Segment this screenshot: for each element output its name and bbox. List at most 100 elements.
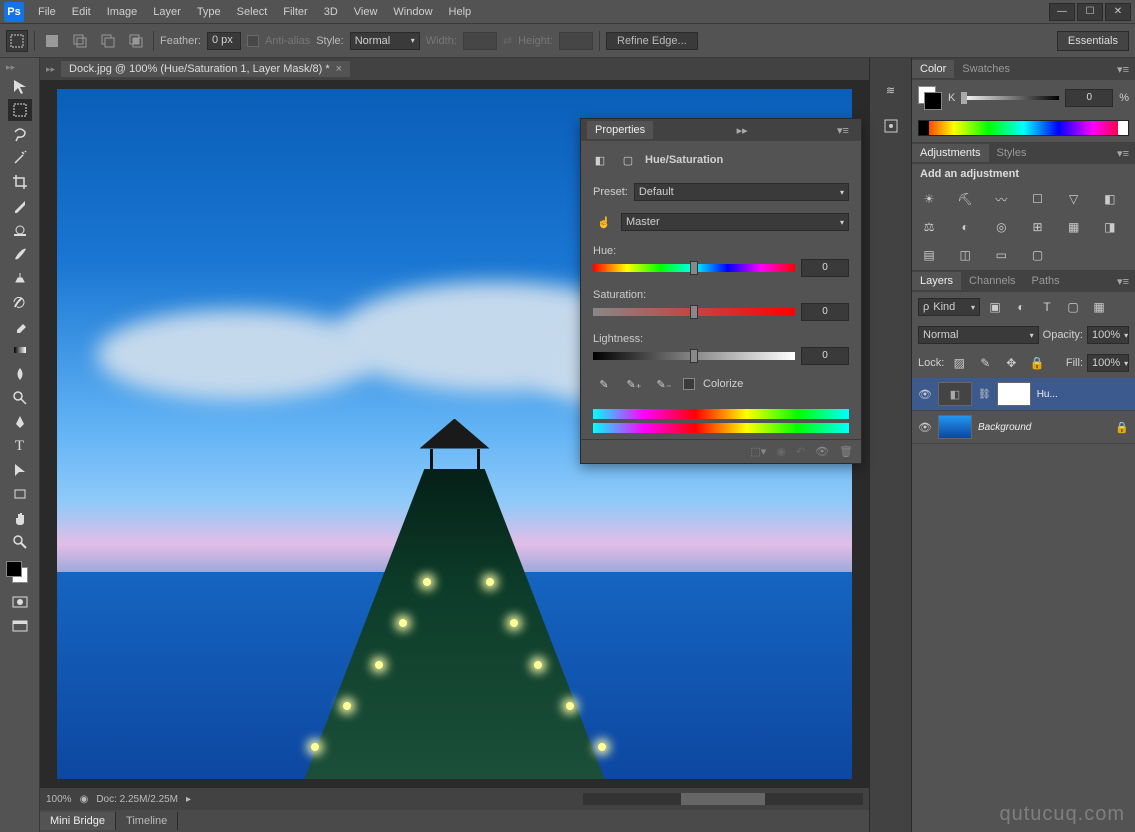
window-maximize-button[interactable]: ☐ — [1077, 3, 1103, 21]
blur-tool[interactable] — [8, 363, 32, 385]
hand-tool[interactable] — [8, 507, 32, 529]
filter-smart-icon[interactable]: ▦ — [1088, 296, 1110, 318]
color-spectrum[interactable] — [918, 120, 1129, 136]
intersect-selection-icon[interactable] — [125, 30, 147, 52]
pen-tool[interactable] — [8, 411, 32, 433]
k-slider[interactable] — [961, 96, 1059, 100]
clip-layer-icon[interactable]: ⬚▾ — [750, 445, 766, 458]
layer-name[interactable]: Hu... — [1037, 389, 1129, 400]
rectangular-marquee-tool[interactable] — [8, 99, 32, 121]
tab-swatches[interactable]: Swatches — [954, 60, 1018, 78]
style-dropdown[interactable]: Normal — [350, 32, 420, 50]
refine-edge-button[interactable]: Refine Edge... — [606, 32, 698, 50]
photo-filter-icon[interactable]: ◎ — [990, 216, 1012, 238]
doc-info-arrow-icon[interactable]: ▸ — [186, 794, 191, 805]
mask-thumb[interactable] — [997, 382, 1031, 406]
character-panel-icon[interactable] — [879, 114, 903, 138]
layers-menu-icon[interactable]: ▾≡ — [1111, 275, 1135, 288]
toolbox-collapse-icon[interactable]: ▸▸ — [2, 62, 15, 73]
invert-icon[interactable]: ◨ — [1099, 216, 1121, 238]
view-previous-icon[interactable]: ◉ — [776, 445, 786, 458]
workspace-essentials-button[interactable]: Essentials — [1057, 31, 1129, 51]
menu-file[interactable]: File — [30, 2, 64, 22]
horizontal-scrollbar[interactable] — [583, 793, 863, 805]
lasso-tool[interactable] — [8, 123, 32, 145]
fg-bg-swatches[interactable] — [6, 561, 34, 589]
menu-filter[interactable]: Filter — [275, 2, 315, 22]
tab-properties[interactable]: Properties — [587, 121, 653, 139]
lock-all-icon[interactable]: 🔒 — [1026, 352, 1048, 374]
feather-input[interactable]: 0 px — [207, 32, 241, 50]
adjustment-icon[interactable]: ◧ — [589, 149, 611, 171]
layer-filter-kind[interactable]: ρ Kind — [918, 298, 980, 316]
k-value-input[interactable]: 0 — [1065, 89, 1113, 107]
menu-view[interactable]: View — [346, 2, 386, 22]
zoom-level[interactable]: 100% — [46, 794, 72, 805]
menu-3d[interactable]: 3D — [316, 2, 346, 22]
levels-icon[interactable]: ⛏ — [954, 188, 976, 210]
status-dropdown-icon[interactable]: ◉ — [80, 794, 89, 805]
visibility-icon[interactable]: 👁 — [918, 388, 932, 401]
channel-mixer-icon[interactable]: ⊞ — [1026, 216, 1048, 238]
tab-paths[interactable]: Paths — [1024, 272, 1068, 290]
channel-dropdown[interactable]: Master — [621, 213, 849, 231]
menu-image[interactable]: Image — [99, 2, 146, 22]
quick-mask-tool[interactable] — [8, 591, 32, 613]
blend-mode-dropdown[interactable]: Normal — [918, 326, 1039, 344]
menu-layer[interactable]: Layer — [145, 2, 189, 22]
crop-tool[interactable] — [8, 171, 32, 193]
zoom-tool[interactable] — [8, 531, 32, 553]
rectangle-tool[interactable] — [8, 483, 32, 505]
eyedropper-plus-icon[interactable]: ✎₊ — [623, 373, 645, 395]
tab-color[interactable]: Color — [912, 60, 954, 78]
add-selection-icon[interactable] — [69, 30, 91, 52]
healing-brush-tool[interactable] — [8, 219, 32, 241]
color-lookup-icon[interactable]: ▦ — [1063, 216, 1085, 238]
targeted-adjustment-icon[interactable]: ☝ — [593, 211, 615, 233]
document-tab[interactable]: Dock.jpg @ 100% (Hue/Saturation 1, Layer… — [61, 61, 350, 77]
screen-mode-tool[interactable] — [8, 615, 32, 637]
lock-position-icon[interactable]: ✥ — [1000, 352, 1022, 374]
link-icon[interactable]: ⛓ — [978, 389, 991, 400]
clone-stamp-tool[interactable] — [8, 267, 32, 289]
menu-type[interactable]: Type — [189, 2, 229, 22]
window-close-button[interactable]: ✕ — [1105, 3, 1131, 21]
tab-adjustments[interactable]: Adjustments — [912, 144, 989, 162]
magic-wand-tool[interactable] — [8, 147, 32, 169]
bw-icon[interactable]: ◐ — [954, 216, 976, 238]
window-minimize-button[interactable]: — — [1049, 3, 1075, 21]
path-selection-tool[interactable] — [8, 459, 32, 481]
colorize-checkbox[interactable] — [683, 378, 695, 390]
preset-dropdown[interactable]: Default — [634, 183, 849, 201]
filter-image-icon[interactable]: ▣ — [984, 296, 1006, 318]
gradient-tool[interactable] — [8, 339, 32, 361]
menu-select[interactable]: Select — [229, 2, 276, 22]
filter-type-icon[interactable]: T — [1036, 296, 1058, 318]
color-balance-icon[interactable]: ⚖ — [918, 216, 940, 238]
vibrance-icon[interactable]: ▽ — [1063, 188, 1085, 210]
selective-color-icon[interactable]: ▢ — [1026, 244, 1048, 266]
menu-window[interactable]: Window — [385, 2, 440, 22]
lightness-slider[interactable] — [593, 352, 795, 360]
tab-layers[interactable]: Layers — [912, 272, 961, 290]
gradient-map-icon[interactable]: ▭ — [990, 244, 1012, 266]
hue-range-strip-lower[interactable] — [593, 423, 849, 433]
brightness-icon[interactable]: ☀ — [918, 188, 940, 210]
hue-sat-icon[interactable]: ◧ — [1099, 188, 1121, 210]
saturation-input[interactable]: 0 — [801, 303, 849, 321]
dodge-tool[interactable] — [8, 387, 32, 409]
fg-swatch[interactable] — [6, 561, 22, 577]
tab-mini-bridge[interactable]: Mini Bridge — [40, 812, 116, 830]
layer-name[interactable]: Background — [978, 422, 1109, 433]
menu-edit[interactable]: Edit — [64, 2, 99, 22]
opacity-input[interactable]: 100% — [1087, 326, 1129, 344]
lock-brush-icon[interactable]: ✎ — [974, 352, 996, 374]
doc-tabs-collapse-icon[interactable]: ▸▸ — [46, 64, 61, 75]
exposure-icon[interactable]: ☐ — [1026, 188, 1048, 210]
eyedropper-minus-icon[interactable]: ✎₋ — [653, 373, 675, 395]
hue-slider[interactable] — [593, 264, 795, 272]
toggle-visibility-icon[interactable]: 👁 — [815, 445, 829, 458]
reset-icon[interactable]: ↶ — [796, 445, 805, 458]
adjustments-menu-icon[interactable]: ▾≡ — [1111, 147, 1135, 160]
eyedropper-icon[interactable]: ✎ — [593, 373, 615, 395]
